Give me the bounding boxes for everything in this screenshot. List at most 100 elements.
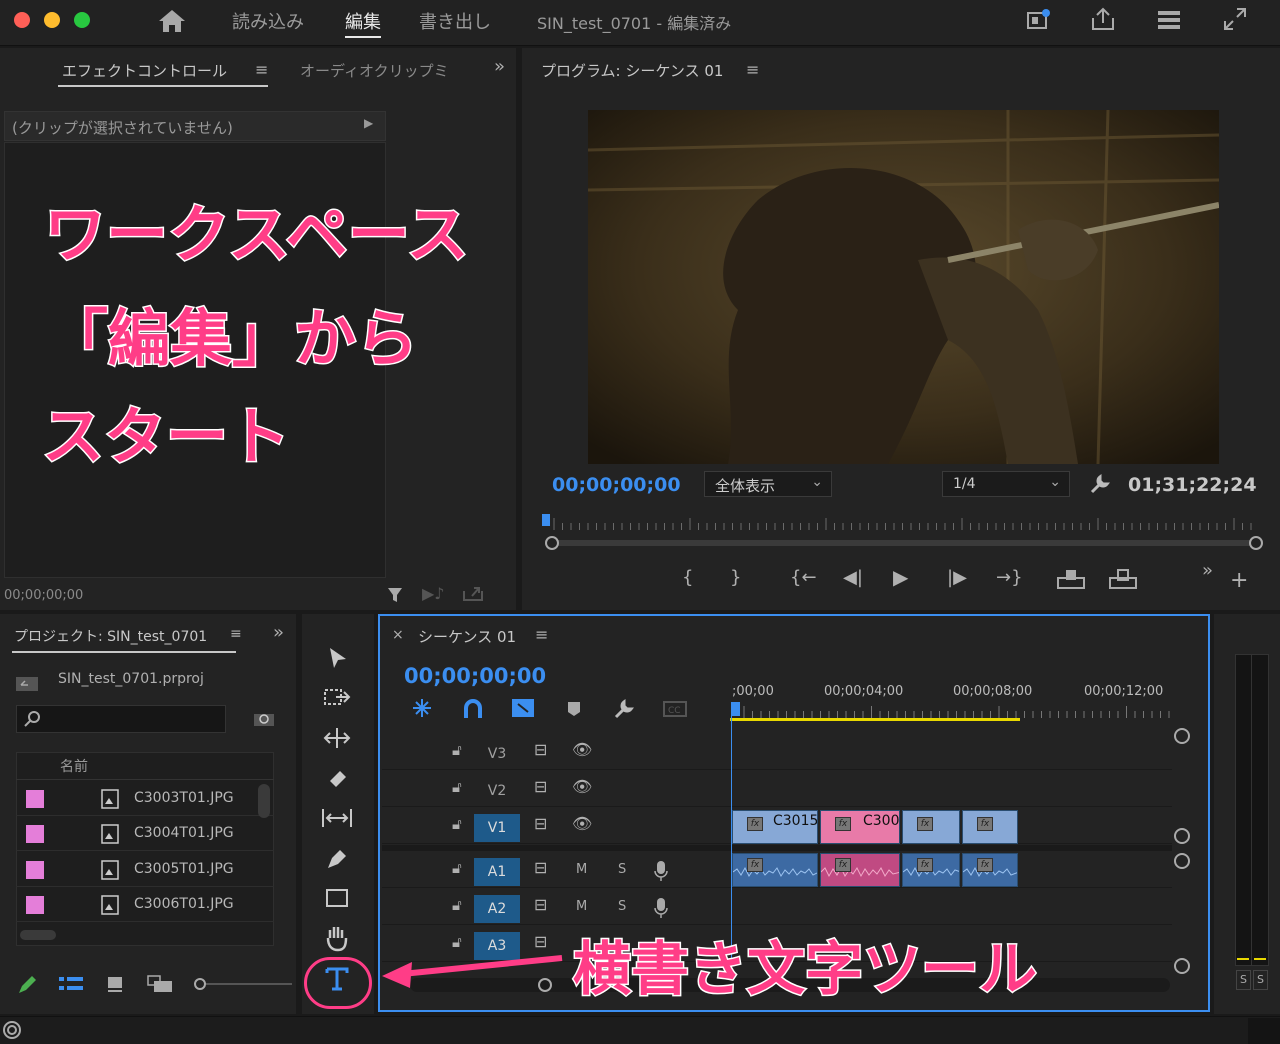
icon-view-icon[interactable] xyxy=(106,975,126,993)
linked-selection-icon[interactable] xyxy=(510,696,536,720)
timeline-ruler[interactable] xyxy=(730,700,1174,726)
track-label[interactable]: A2 xyxy=(474,895,520,923)
tab-edit[interactable]: 編集 xyxy=(345,8,381,38)
timeline-timecode[interactable]: 00;00;00;00 xyxy=(404,664,546,688)
find-icon[interactable] xyxy=(252,710,276,728)
audio-clip[interactable]: fx xyxy=(902,853,960,887)
eye-icon[interactable]: 👁︎ xyxy=(572,814,592,833)
program-menu-icon[interactable]: ≡ xyxy=(746,60,759,79)
program-time-ruler[interactable] xyxy=(540,512,1268,556)
zoom-slider-handle[interactable] xyxy=(194,978,206,990)
ripple-edit-tool-icon[interactable] xyxy=(322,726,352,750)
eye-icon[interactable]: 👁︎ xyxy=(572,740,592,759)
fit-dropdown[interactable]: 全体表示 ⌄ xyxy=(704,471,832,497)
creative-cloud-icon[interactable] xyxy=(2,1020,22,1040)
lock-icon[interactable]: 🔓︎ xyxy=(452,778,462,796)
label-color-swatch[interactable] xyxy=(26,896,44,914)
timeline-settings-wrench-icon[interactable] xyxy=(612,697,636,721)
audio-clip[interactable]: fx xyxy=(732,853,818,887)
mute-button[interactable]: M xyxy=(576,899,587,914)
tab-effect-controls[interactable]: エフェクトコントロール xyxy=(62,60,227,81)
lift-icon[interactable] xyxy=(1056,568,1086,590)
close-sequence-icon[interactable]: × xyxy=(392,627,404,643)
export-frame-icon[interactable] xyxy=(462,584,484,602)
audio-clip[interactable]: fx xyxy=(962,853,1018,887)
lock-icon[interactable]: 🔓︎ xyxy=(452,815,462,833)
video-clip[interactable]: fx C300 xyxy=(820,810,900,844)
type-tool-icon[interactable] xyxy=(322,964,352,994)
video-scroll-handle-bottom[interactable] xyxy=(1174,828,1190,844)
minimize-window-button[interactable] xyxy=(44,12,60,28)
track-label[interactable]: V1 xyxy=(474,814,520,842)
lock-icon[interactable]: 🔓︎ xyxy=(452,741,462,759)
freeform-view-icon[interactable] xyxy=(146,974,174,994)
track-divider[interactable] xyxy=(382,845,1172,851)
tab-import[interactable]: 読み込み xyxy=(232,8,304,34)
filter-icon[interactable] xyxy=(386,585,404,605)
tab-export[interactable]: 書き出し xyxy=(419,8,491,34)
sync-lock-icon[interactable]: ⊟ xyxy=(534,814,547,833)
project-search-input[interactable] xyxy=(16,705,226,733)
label-color-swatch[interactable] xyxy=(26,790,44,808)
sequence-menu-icon[interactable]: ≡ xyxy=(535,625,548,644)
lock-icon[interactable]: 🔓︎ xyxy=(452,859,462,877)
snap-magnet-icon[interactable] xyxy=(462,698,484,720)
audio-scroll-handle-bottom[interactable] xyxy=(1174,958,1190,974)
close-window-button[interactable] xyxy=(14,12,30,28)
slip-tool-icon[interactable] xyxy=(320,806,354,830)
audio-clip[interactable]: fx xyxy=(820,853,900,887)
extract-icon[interactable] xyxy=(1108,568,1138,590)
play-audio-icon[interactable]: ▶♪ xyxy=(422,584,445,603)
captions-icon[interactable]: CC xyxy=(662,700,688,718)
step-forward-icon[interactable]: |▶ xyxy=(947,567,967,588)
play-icon[interactable]: ▶ xyxy=(893,565,908,589)
razor-tool-icon[interactable] xyxy=(324,765,350,791)
track-label[interactable]: V3 xyxy=(474,740,520,768)
hand-tool-icon[interactable] xyxy=(324,924,350,952)
go-to-in-icon[interactable]: {← xyxy=(790,567,817,588)
label-color-swatch[interactable] xyxy=(26,825,44,843)
eye-icon[interactable]: 👁︎ xyxy=(572,777,592,796)
pen-tool-icon[interactable] xyxy=(324,846,350,872)
mute-button[interactable]: M xyxy=(576,862,587,877)
column-name-header[interactable]: 名前 xyxy=(60,756,88,776)
button-editor-icon[interactable]: + xyxy=(1230,568,1248,593)
mark-in-icon[interactable]: { xyxy=(682,567,693,588)
expand-arrow-icon[interactable]: ▶ xyxy=(364,116,373,130)
workspaces-icon[interactable] xyxy=(1156,8,1182,32)
video-clip[interactable]: fx xyxy=(962,810,1018,844)
zoom-slider-track[interactable] xyxy=(206,983,292,985)
share-icon[interactable] xyxy=(1090,6,1116,32)
nest-sequence-icon[interactable] xyxy=(410,696,434,720)
tab-audio-clip-mixer[interactable]: オーディオクリップミ xyxy=(300,60,460,81)
sync-lock-icon[interactable]: ⊟ xyxy=(534,740,547,759)
home-icon[interactable] xyxy=(158,8,186,34)
panel-menu-icon[interactable]: ≡ xyxy=(255,60,268,79)
project-item[interactable]: C3005T01.JPG xyxy=(16,853,274,887)
pencil-icon[interactable] xyxy=(16,974,38,996)
program-current-timecode[interactable]: 00;00;00;00 xyxy=(552,474,681,496)
project-item[interactable]: C3004T01.JPG xyxy=(16,817,274,851)
lock-icon[interactable]: 🔓︎ xyxy=(452,896,462,914)
list-view-icon[interactable] xyxy=(58,975,84,993)
vertical-scrollbar[interactable] xyxy=(258,784,270,818)
project-item[interactable]: C3003T01.JPG xyxy=(16,782,274,816)
solo-right-button[interactable]: S xyxy=(1253,970,1268,990)
sync-lock-icon[interactable]: ⊟ xyxy=(534,895,547,914)
sync-lock-icon[interactable]: ⊟ xyxy=(534,777,547,796)
microphone-icon[interactable] xyxy=(654,860,668,882)
track-label[interactable]: A1 xyxy=(474,858,520,886)
track-select-tool-icon[interactable] xyxy=(322,686,352,710)
label-color-swatch[interactable] xyxy=(26,861,44,879)
solo-button[interactable]: S xyxy=(618,899,626,914)
resolution-dropdown[interactable]: 1/4 ⌄ xyxy=(942,471,1070,497)
audio-scroll-handle-top[interactable] xyxy=(1174,853,1190,869)
video-scroll-handle-top[interactable] xyxy=(1174,728,1190,744)
fullscreen-icon[interactable] xyxy=(1222,6,1248,32)
project-title[interactable]: プロジェクト: SIN_test_0701 xyxy=(14,626,207,646)
go-to-out-icon[interactable]: →} xyxy=(996,567,1023,588)
solo-button[interactable]: S xyxy=(618,862,626,877)
add-marker-icon[interactable] xyxy=(566,700,582,718)
project-item[interactable]: C3006T01.JPG xyxy=(16,888,274,922)
step-back-icon[interactable]: ◀| xyxy=(843,567,863,588)
